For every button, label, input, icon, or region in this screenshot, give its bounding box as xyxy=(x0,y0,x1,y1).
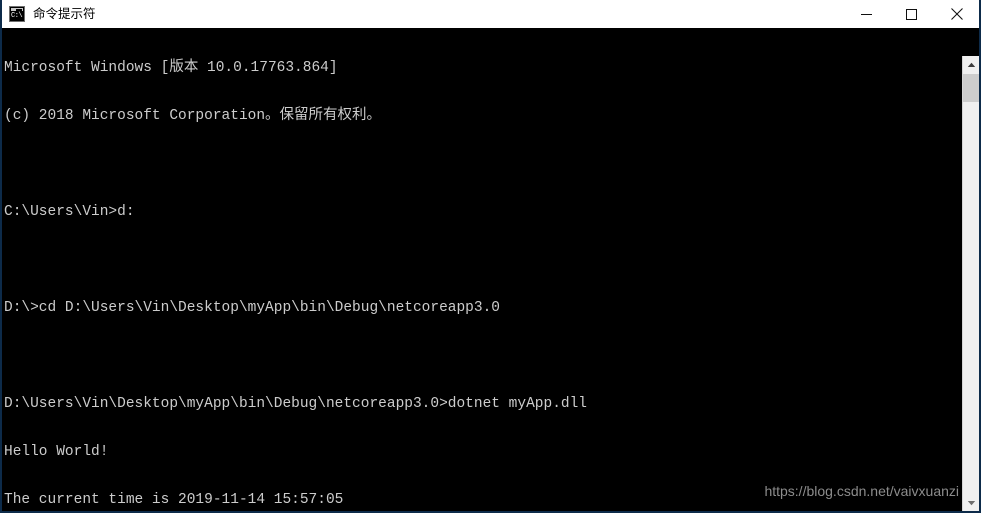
console-line: D:\Users\Vin\Desktop\myApp\bin\Debug\net… xyxy=(4,396,587,412)
console-line: (c) 2018 Microsoft Corporation。保留所有权利。 xyxy=(4,108,382,124)
cmd-icon-prompt-text: C:\ xyxy=(11,12,23,20)
window-title: 命令提示符 xyxy=(33,6,96,21)
scroll-up-arrow[interactable] xyxy=(963,56,979,73)
console-line: Hello World! xyxy=(4,444,109,460)
scroll-thumb[interactable] xyxy=(963,74,979,102)
console-line: D:\>cd D:\Users\Vin\Desktop\myApp\bin\De… xyxy=(4,300,500,316)
cmd-icon-titlestrip xyxy=(11,8,23,12)
maximize-icon xyxy=(906,8,917,20)
console-text-buffer: Microsoft Windows [版本 10.0.17763.864] (c… xyxy=(4,28,587,511)
close-button[interactable] xyxy=(934,1,979,28)
window-titlebar[interactable]: C:\ 命令提示符 xyxy=(2,0,979,29)
chevron-down-icon xyxy=(967,500,975,505)
console-output-area[interactable]: Microsoft Windows [版本 10.0.17763.864] (c… xyxy=(2,28,979,511)
command-prompt-window: C:\ 命令提示符 Microsoft Windows [版本 10.0.177… xyxy=(0,0,981,513)
console-line: C:\Users\Vin>d: xyxy=(4,204,135,220)
console-line: Microsoft Windows [版本 10.0.17763.864] xyxy=(4,60,338,76)
chevron-up-icon xyxy=(967,62,975,67)
vertical-scrollbar[interactable] xyxy=(962,56,979,511)
watermark-url: https://blog.csdn.net/vaivxuanzi xyxy=(764,483,959,499)
cmd-icon: C:\ xyxy=(9,6,25,22)
console-line: The current time is 2019-11-14 15:57:05 xyxy=(4,492,344,508)
close-icon xyxy=(950,8,963,20)
scroll-down-arrow[interactable] xyxy=(963,494,979,511)
maximize-button[interactable] xyxy=(889,1,934,28)
minimize-icon xyxy=(861,13,872,15)
minimize-button[interactable] xyxy=(844,1,889,28)
